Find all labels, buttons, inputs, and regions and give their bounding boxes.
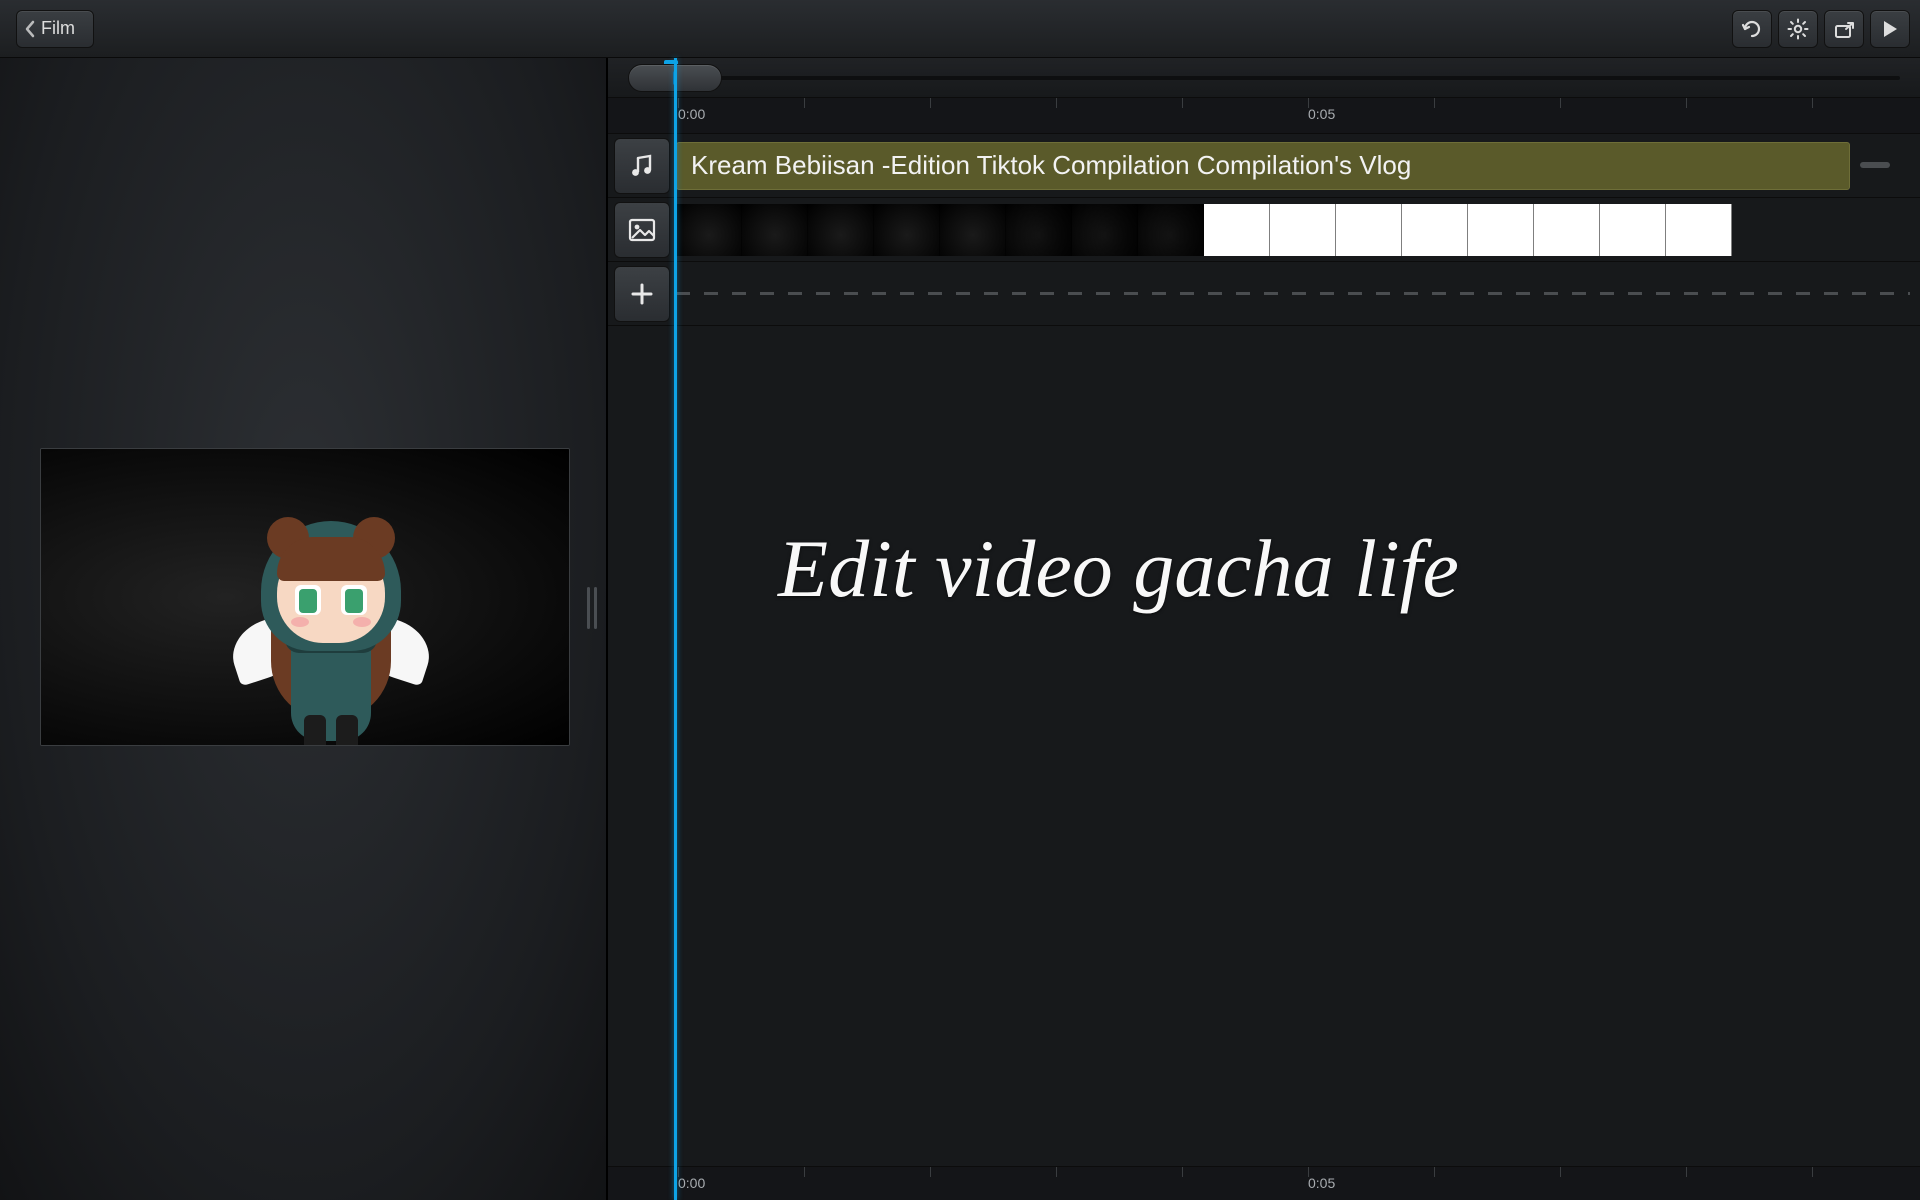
plus-icon [629, 281, 655, 307]
video-frame-thumb [1336, 204, 1402, 256]
back-button-label: Film [41, 18, 75, 39]
video-frame-thumb [1270, 204, 1336, 256]
panel-resize-handle[interactable] [580, 578, 604, 638]
ruler-tick [1056, 1167, 1057, 1177]
video-frame-thumb [874, 204, 940, 256]
ruler-tick [1182, 1167, 1183, 1177]
video-frame-thumb [1534, 204, 1600, 256]
preview-frame[interactable] [40, 448, 570, 746]
time-ruler-bottom[interactable]: 0:00 0:05 [608, 1166, 1920, 1200]
video-track-icon-button[interactable] [614, 202, 670, 258]
ruler-tick [1434, 1167, 1435, 1177]
audio-track: Kream Bebiisan -Edition Tiktok Compilati… [608, 134, 1920, 198]
zoom-scrub-row [608, 58, 1920, 98]
back-button[interactable]: Film [16, 10, 94, 48]
video-frame-thumb [1666, 204, 1732, 256]
play-button[interactable] [1870, 10, 1910, 48]
ruler-tick [1560, 1167, 1561, 1177]
ruler-tick [1056, 98, 1057, 108]
ruler-label: 0:05 [1308, 1175, 1335, 1191]
preview-content [41, 449, 569, 745]
audio-clip-tail [1860, 162, 1890, 168]
video-frame-thumb [742, 204, 808, 256]
ruler-tick [678, 98, 679, 108]
video-frame-thumb [1006, 204, 1072, 256]
zoom-track[interactable] [678, 76, 1900, 80]
video-clip-strip[interactable] [676, 204, 1850, 256]
gear-icon [1787, 18, 1809, 40]
ruler-tick [1308, 98, 1309, 108]
undo-icon [1741, 20, 1763, 38]
chevron-left-icon [23, 20, 37, 38]
app-root: Film [0, 0, 1920, 1200]
video-frame-thumb [808, 204, 874, 256]
ruler-tick [930, 1167, 931, 1177]
add-track-row [608, 262, 1920, 326]
video-frame-thumb [1138, 204, 1204, 256]
toolbar: Film [0, 0, 1920, 58]
add-track-placeholder [676, 292, 1910, 295]
ruler-tick [1812, 1167, 1813, 1177]
overlay-caption: Edit video gacha life [778, 518, 1880, 621]
ruler-label: 0:00 [678, 1175, 705, 1191]
ruler-tick [804, 98, 805, 108]
video-frame-thumb [676, 204, 742, 256]
undo-button[interactable] [1732, 10, 1772, 48]
timeline-panel: 0:00 0:05 Kream Bebiisan -Edition Tiktok … [608, 58, 1920, 1200]
video-frame-thumb [1072, 204, 1138, 256]
ruler-tick [1182, 98, 1183, 108]
share-button[interactable] [1824, 10, 1864, 48]
ruler-tick [804, 1167, 805, 1177]
character-sprite [241, 491, 421, 746]
video-frame-thumb [1402, 204, 1468, 256]
ruler-label: 0:05 [1308, 106, 1335, 122]
video-frame-thumb [1204, 204, 1270, 256]
audio-clip-title: Kream Bebiisan -Edition Tiktok Compilati… [691, 150, 1411, 181]
share-icon [1833, 19, 1855, 39]
image-icon [628, 218, 656, 242]
time-ruler-top[interactable]: 0:00 0:05 [608, 98, 1920, 134]
ruler-tick [1308, 1167, 1309, 1177]
ruler-tick [1560, 98, 1561, 108]
toolbar-right [1726, 10, 1910, 48]
ruler-tick [1812, 98, 1813, 108]
video-track-body[interactable] [676, 202, 1910, 258]
audio-clip[interactable]: Kream Bebiisan -Edition Tiktok Compilati… [676, 142, 1850, 190]
video-frame-thumb [1468, 204, 1534, 256]
ruler-tick [1686, 1167, 1687, 1177]
video-frame-thumb [940, 204, 1006, 256]
ruler-tick [678, 1167, 679, 1177]
video-frame-thumb [1600, 204, 1666, 256]
music-icon [628, 152, 656, 180]
playhead-line[interactable] [674, 58, 677, 1200]
ruler-label: 0:00 [678, 106, 705, 122]
ruler-tick [1686, 98, 1687, 108]
play-icon [1881, 19, 1899, 39]
ruler-tick [1434, 98, 1435, 108]
add-track-button[interactable] [614, 266, 670, 322]
ruler-tick [930, 98, 931, 108]
audio-track-body[interactable]: Kream Bebiisan -Edition Tiktok Compilati… [676, 138, 1910, 194]
settings-button[interactable] [1778, 10, 1818, 48]
preview-panel [0, 58, 608, 1200]
video-track [608, 198, 1920, 262]
audio-track-icon-button[interactable] [614, 138, 670, 194]
